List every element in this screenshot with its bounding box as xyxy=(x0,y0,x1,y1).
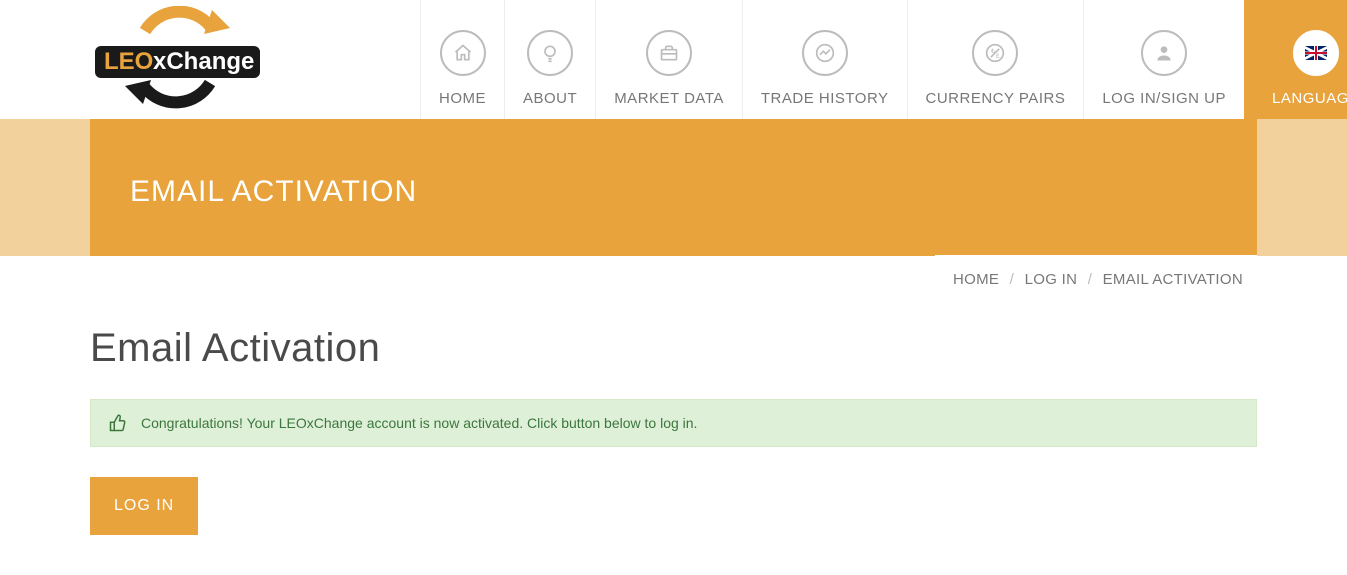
flag-icon xyxy=(1293,30,1339,76)
login-button[interactable]: LOG IN xyxy=(90,477,198,535)
nav-login-signup-label: LOG IN/SIGN UP xyxy=(1102,90,1226,107)
page-title: Email Activation xyxy=(90,326,1257,371)
band-title: EMAIL ACTIVATION xyxy=(130,175,417,209)
nav-home[interactable]: HOME xyxy=(420,0,504,119)
nav-currency-pairs-label: CURRENCY PAIRS xyxy=(926,90,1066,107)
chart-icon xyxy=(802,30,848,76)
nav-home-label: HOME xyxy=(439,90,486,107)
lightbulb-icon xyxy=(527,30,573,76)
nav-market-data[interactable]: MARKET DATA xyxy=(595,0,742,119)
band-side-left xyxy=(0,119,90,256)
breadcrumb-home[interactable]: HOME xyxy=(953,271,999,288)
breadcrumb-current: EMAIL ACTIVATION xyxy=(1103,271,1243,288)
user-icon xyxy=(1141,30,1187,76)
svg-text:£: £ xyxy=(996,53,1000,60)
nav-about[interactable]: ABOUT xyxy=(504,0,595,119)
breadcrumb-sep: / xyxy=(1010,271,1014,288)
main-nav: HOME ABOUT MARKET DATA TRADE HISTORY ₺£ … xyxy=(420,0,1347,119)
nav-market-data-label: MARKET DATA xyxy=(614,90,724,107)
nav-login-signup[interactable]: LOG IN/SIGN UP xyxy=(1083,0,1244,119)
thumbs-up-icon xyxy=(109,414,127,432)
logo-text-leo: LEO xyxy=(104,48,153,75)
nav-trade-history-label: TRADE HISTORY xyxy=(761,90,889,107)
title-band: EMAIL ACTIVATION HOME / LOG IN / EMAIL A… xyxy=(90,119,1257,256)
logo[interactable]: LEO xChange xyxy=(90,6,265,114)
breadcrumb-login[interactable]: LOG IN xyxy=(1025,271,1078,288)
nav-about-label: ABOUT xyxy=(523,90,577,107)
nav-language[interactable]: LANGUAGE xyxy=(1244,0,1347,119)
currency-icon: ₺£ xyxy=(972,30,1018,76)
nav-currency-pairs[interactable]: ₺£ CURRENCY PAIRS xyxy=(907,0,1084,119)
logo-text-xchange: xChange xyxy=(153,48,254,75)
band-side-right xyxy=(1257,119,1347,256)
home-icon xyxy=(440,30,486,76)
nav-trade-history[interactable]: TRADE HISTORY xyxy=(742,0,907,119)
header: LEO xChange HOME ABOUT MARKET DATA xyxy=(0,0,1347,119)
logo-area: LEO xChange xyxy=(0,0,420,119)
breadcrumb: HOME / LOG IN / EMAIL ACTIVATION xyxy=(935,255,1257,305)
title-band-wrap: EMAIL ACTIVATION HOME / LOG IN / EMAIL A… xyxy=(0,119,1347,256)
alert-text: Congratulations! Your LEOxChange account… xyxy=(141,415,697,431)
nav-language-label: LANGUAGE xyxy=(1272,90,1347,107)
breadcrumb-sep: / xyxy=(1088,271,1092,288)
success-alert: Congratulations! Your LEOxChange account… xyxy=(90,399,1257,447)
briefcase-icon xyxy=(646,30,692,76)
